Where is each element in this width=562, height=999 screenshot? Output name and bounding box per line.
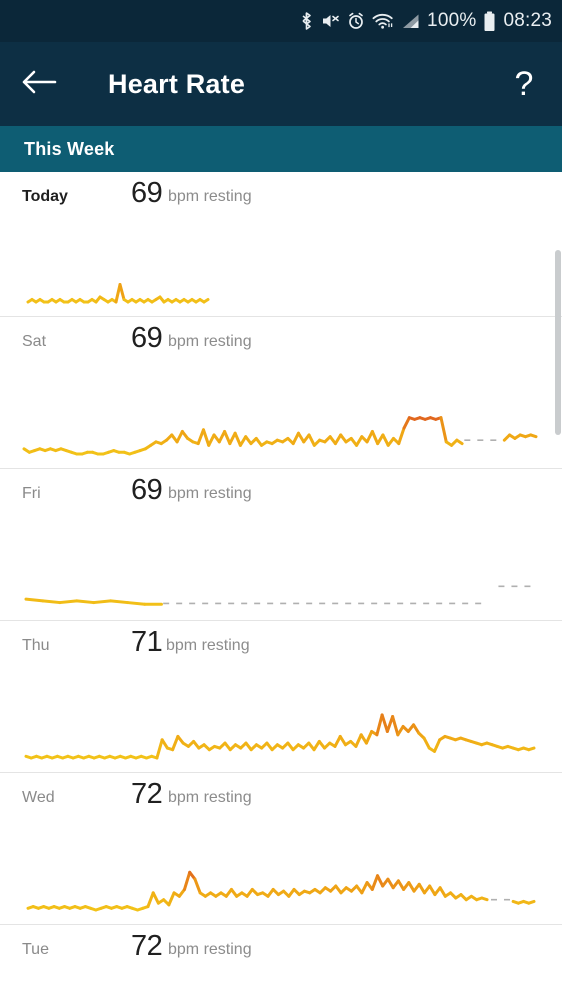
day-label: Fri xyxy=(22,485,41,503)
list-item[interactable]: Thu 71 bpm resting xyxy=(0,621,562,773)
volume-mute-icon xyxy=(321,12,340,30)
page-title: Heart Rate xyxy=(108,69,245,100)
heart-rate-chart xyxy=(0,373,562,468)
day-summary: Sat 69 bpm resting xyxy=(0,317,562,373)
day-bpm-value: 69 xyxy=(131,474,162,507)
day-list[interactable]: Today 69 bpm resting Sat 69 bpm resting … xyxy=(0,172,562,999)
day-bpm-unit: bpm resting xyxy=(166,637,250,655)
app-bar: Heart Rate ? xyxy=(0,42,562,126)
list-item[interactable]: Fri 69 bpm resting xyxy=(0,469,562,621)
day-bpm-unit: bpm resting xyxy=(168,188,252,206)
list-item[interactable]: Today 69 bpm resting xyxy=(0,172,562,317)
day-summary: Thu 71 bpm resting xyxy=(0,621,562,677)
day-label: Wed xyxy=(22,789,55,807)
day-bpm-unit: bpm resting xyxy=(168,941,252,959)
heart-rate-chart xyxy=(0,677,562,772)
heart-rate-chart xyxy=(0,228,562,316)
wifi-icon xyxy=(372,12,394,30)
heart-rate-screen: 100% 08:23 Heart Rate ? This Week Today … xyxy=(0,0,562,999)
list-item[interactable]: Sat 69 bpm resting xyxy=(0,317,562,469)
day-label: Tue xyxy=(22,941,49,959)
battery-percent-label: 100% xyxy=(427,10,476,32)
day-label: Sat xyxy=(22,333,46,351)
day-bpm-unit: bpm resting xyxy=(168,333,252,351)
heart-rate-chart xyxy=(0,981,562,999)
day-bpm-value: 71 xyxy=(131,626,162,659)
day-bpm-value: 69 xyxy=(131,177,162,210)
clock-label: 08:23 xyxy=(503,10,552,32)
day-label: Thu xyxy=(22,637,50,655)
list-item[interactable]: Wed 72 bpm resting xyxy=(0,773,562,925)
heart-rate-chart xyxy=(0,525,562,620)
day-bpm-value: 72 xyxy=(131,930,162,963)
back-arrow-icon xyxy=(21,68,57,101)
status-bar: 100% 08:23 xyxy=(0,0,562,42)
day-bpm-value: 69 xyxy=(131,322,162,355)
day-bpm-unit: bpm resting xyxy=(168,789,252,807)
day-summary: Fri 69 bpm resting xyxy=(0,469,562,525)
day-label: Today xyxy=(22,188,68,206)
cellular-signal-icon xyxy=(401,12,420,30)
section-header-this-week: This Week xyxy=(0,126,562,172)
help-button[interactable]: ? xyxy=(486,42,562,126)
battery-icon xyxy=(483,11,496,32)
section-title: This Week xyxy=(24,139,115,160)
alarm-icon xyxy=(347,12,365,30)
day-bpm-value: 72 xyxy=(131,778,162,811)
day-summary: Tue 72 bpm resting xyxy=(0,925,562,981)
scrollbar[interactable] xyxy=(555,124,562,999)
day-summary: Wed 72 bpm resting xyxy=(0,773,562,829)
day-summary: Today 69 bpm resting xyxy=(0,172,562,228)
heart-rate-chart xyxy=(0,829,562,924)
question-mark-icon: ? xyxy=(515,67,534,101)
bluetooth-icon xyxy=(299,11,314,31)
list-item[interactable]: Tue 72 bpm resting xyxy=(0,925,562,999)
scrollbar-thumb[interactable] xyxy=(555,250,561,435)
back-button[interactable] xyxy=(0,42,78,126)
day-bpm-unit: bpm resting xyxy=(168,485,252,503)
